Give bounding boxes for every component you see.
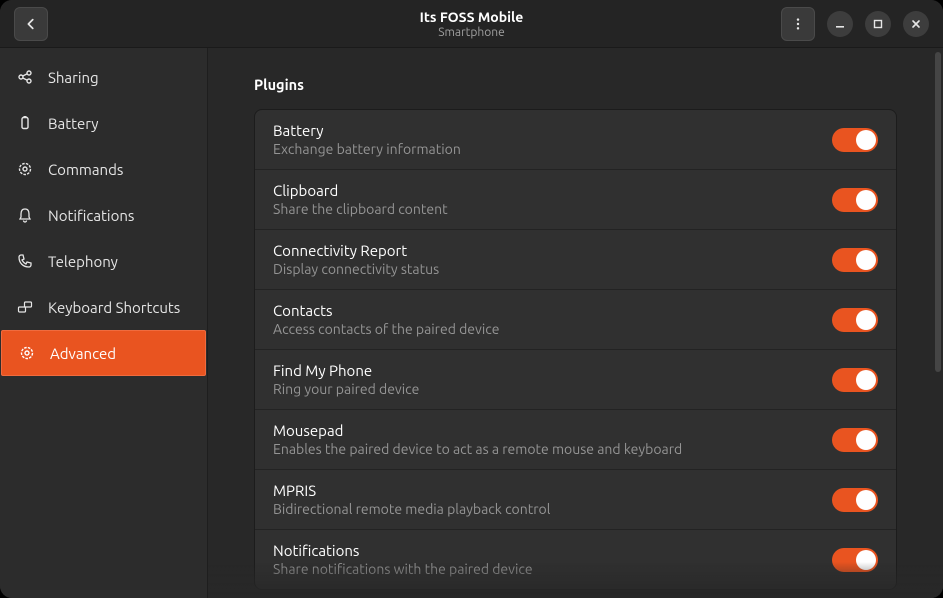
section-title: Plugins — [254, 76, 897, 93]
sidebar-item-label: Keyboard Shortcuts — [48, 299, 180, 316]
plugin-title: MPRIS — [273, 482, 832, 499]
sidebar-item-advanced[interactable]: Advanced — [1, 330, 206, 376]
toggle-clipboard[interactable] — [832, 188, 878, 212]
body: Sharing Battery Commands Notifications — [0, 48, 943, 598]
plugin-title: Connectivity Report — [273, 242, 832, 259]
plugin-title: Notifications — [273, 542, 832, 559]
back-button[interactable] — [14, 7, 48, 41]
gear-icon — [18, 345, 36, 361]
toggle-find-my-phone[interactable] — [832, 368, 878, 392]
phone-icon — [16, 253, 34, 269]
plugin-row-find-my-phone[interactable]: Find My Phone Ring your paired device — [255, 350, 896, 410]
close-button[interactable] — [903, 11, 929, 37]
sidebar-item-commands[interactable]: Commands — [0, 146, 207, 192]
bell-icon — [16, 207, 34, 223]
sidebar-item-label: Battery — [48, 115, 99, 132]
gear-icon — [16, 161, 34, 177]
battery-icon — [16, 115, 34, 131]
plugin-desc: Share the clipboard content — [273, 201, 832, 217]
plugin-title: Mousepad — [273, 422, 832, 439]
toggle-battery[interactable] — [832, 128, 878, 152]
share-icon — [16, 69, 34, 85]
toggle-connectivity-report[interactable] — [832, 248, 878, 272]
plugin-row-clipboard[interactable]: Clipboard Share the clipboard content — [255, 170, 896, 230]
plugin-title: Clipboard — [273, 182, 832, 199]
sidebar-item-telephony[interactable]: Telephony — [0, 238, 207, 284]
plugin-row-connectivity-report[interactable]: Connectivity Report Display connectivity… — [255, 230, 896, 290]
plugin-list: Battery Exchange battery information Cli… — [254, 109, 897, 590]
plugin-row-battery[interactable]: Battery Exchange battery information — [255, 110, 896, 170]
toggle-mpris[interactable] — [832, 488, 878, 512]
plugin-desc: Access contacts of the paired device — [273, 321, 832, 337]
toggle-contacts[interactable] — [832, 308, 878, 332]
plugin-title: Find My Phone — [273, 362, 832, 379]
close-icon — [910, 18, 922, 30]
minimize-button[interactable] — [827, 11, 853, 37]
plugin-row-contacts[interactable]: Contacts Access contacts of the paired d… — [255, 290, 896, 350]
plugin-desc: Display connectivity status — [273, 261, 832, 277]
content-area[interactable]: Plugins Battery Exchange battery informa… — [208, 48, 943, 598]
scrollbar[interactable] — [935, 52, 941, 372]
sidebar-item-battery[interactable]: Battery — [0, 100, 207, 146]
maximize-icon — [872, 18, 884, 30]
titlebar: Its FOSS Mobile Smartphone — [0, 0, 943, 48]
plugin-desc: Ring your paired device — [273, 381, 832, 397]
keyboard-icon — [16, 299, 34, 315]
toggle-notifications[interactable] — [832, 548, 878, 572]
plugin-row-mousepad[interactable]: Mousepad Enables the paired device to ac… — [255, 410, 896, 470]
sidebar-item-notifications[interactable]: Notifications — [0, 192, 207, 238]
plugin-desc: Share notifications with the paired devi… — [273, 561, 832, 577]
plugin-desc: Bidirectional remote media playback cont… — [273, 501, 832, 517]
sidebar-item-label: Telephony — [48, 253, 118, 270]
sidebar-item-label: Advanced — [50, 345, 116, 362]
plugin-desc: Enables the paired device to act as a re… — [273, 441, 832, 457]
sidebar-item-sharing[interactable]: Sharing — [0, 54, 207, 100]
kebab-menu-icon — [791, 17, 805, 31]
toggle-mousepad[interactable] — [832, 428, 878, 452]
sidebar: Sharing Battery Commands Notifications — [0, 48, 208, 598]
hamburger-menu-button[interactable] — [781, 7, 815, 41]
sidebar-item-label: Notifications — [48, 207, 134, 224]
plugin-title: Battery — [273, 122, 832, 139]
sidebar-item-keyboard-shortcuts[interactable]: Keyboard Shortcuts — [0, 284, 207, 330]
plugin-row-notifications[interactable]: Notifications Share notifications with t… — [255, 530, 896, 589]
plugin-row-mpris[interactable]: MPRIS Bidirectional remote media playbac… — [255, 470, 896, 530]
plugin-title: Contacts — [273, 302, 832, 319]
minimize-icon — [834, 18, 846, 30]
sidebar-item-label: Sharing — [48, 69, 99, 86]
plugin-desc: Exchange battery information — [273, 141, 832, 157]
window: Its FOSS Mobile Smartphone — [0, 0, 943, 598]
maximize-button[interactable] — [865, 11, 891, 37]
chevron-left-icon — [24, 17, 38, 31]
sidebar-item-label: Commands — [48, 161, 123, 178]
